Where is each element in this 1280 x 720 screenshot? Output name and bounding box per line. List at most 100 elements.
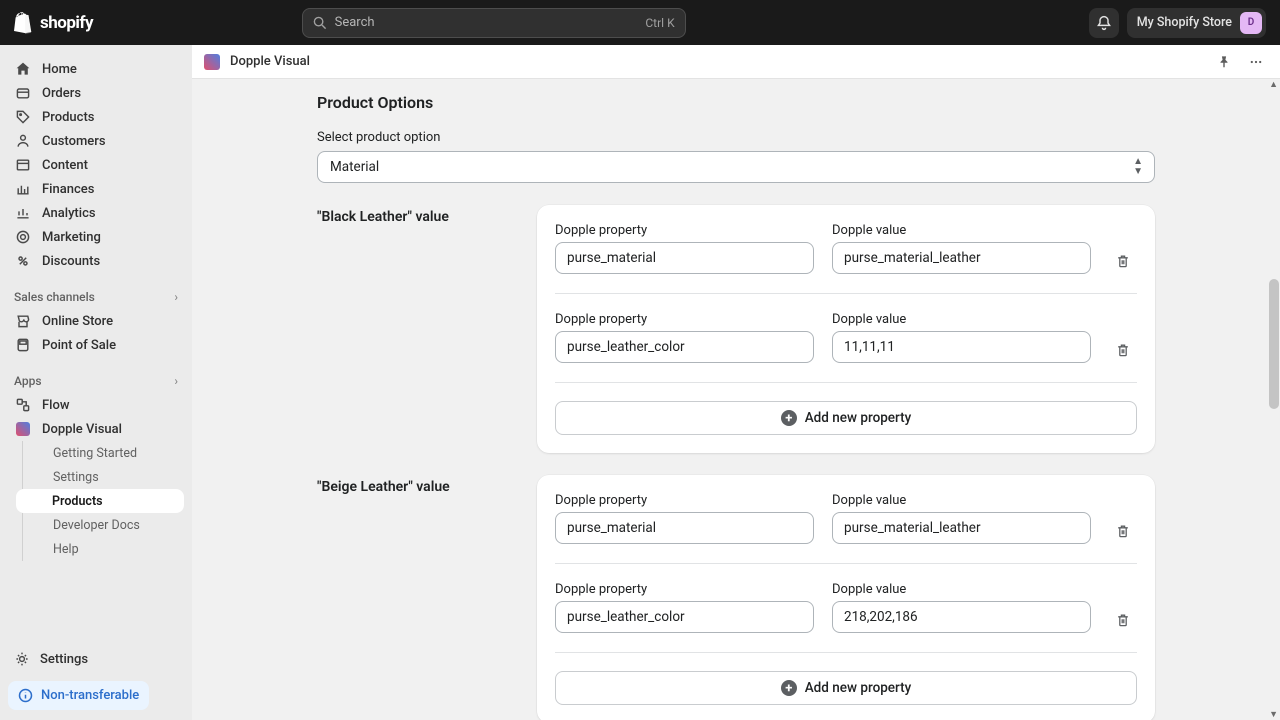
shopify-bag-icon <box>14 12 34 34</box>
delete-property-button[interactable] <box>1109 247 1137 275</box>
divider <box>555 563 1137 564</box>
trash-icon <box>1115 342 1131 358</box>
top-right-actions: My Shopify Store D <box>1089 8 1266 38</box>
apps-header[interactable]: Apps› <box>0 369 192 393</box>
property-row: Dopple property Dopple value <box>555 312 1137 364</box>
pin-button[interactable] <box>1212 50 1236 74</box>
scroll-down-arrow-icon[interactable]: ▼ <box>1269 709 1278 720</box>
more-button[interactable] <box>1244 50 1268 74</box>
non-transferable-label: Non-transferable <box>41 688 139 703</box>
finances-icon <box>14 180 32 198</box>
customers-icon <box>14 132 32 150</box>
option-value-heading: "Beige Leather" value <box>317 475 517 720</box>
search-placeholder: Search <box>335 15 375 30</box>
notifications-button[interactable] <box>1089 8 1119 38</box>
sidebar-item-home[interactable]: Home <box>0 57 192 81</box>
value-label: Dopple value <box>832 312 1091 327</box>
value-input[interactable] <box>832 512 1091 544</box>
sidebar: Home Orders Products Customers Content F… <box>0 45 192 720</box>
products-icon <box>14 108 32 126</box>
sub-link-developer-docs[interactable]: Developer Docs <box>22 513 192 537</box>
sidebar-item-orders[interactable]: Orders <box>0 81 192 105</box>
product-option-select[interactable]: Material <box>317 151 1155 183</box>
content-scroll[interactable]: Product Options Select product option Ma… <box>192 79 1280 720</box>
property-input[interactable] <box>555 512 814 544</box>
sidebar-item-label: Orders <box>42 86 81 101</box>
sub-link-help[interactable]: Help <box>22 537 192 561</box>
divider <box>555 652 1137 653</box>
top-bar: shopify Search Ctrl K My Shopify Store D <box>0 0 1280 45</box>
sidebar-item-flow[interactable]: Flow <box>0 393 192 417</box>
sidebar-item-customers[interactable]: Customers <box>0 129 192 153</box>
value-label: Dopple value <box>832 493 1091 508</box>
property-input[interactable] <box>555 242 814 274</box>
sidebar-item-label: Products <box>42 110 94 125</box>
divider <box>555 293 1137 294</box>
property-input[interactable] <box>555 331 814 363</box>
sidebar-item-products[interactable]: Products <box>0 105 192 129</box>
sidebar-item-marketing[interactable]: Marketing <box>0 225 192 249</box>
select-label: Select product option <box>317 130 1155 145</box>
non-transferable-badge[interactable]: Non-transferable <box>8 681 149 710</box>
option-value-group: "Beige Leather" value Dopple property Dopp… <box>317 475 1155 720</box>
sidebar-item-label: Marketing <box>42 230 101 245</box>
marketing-icon <box>14 228 32 246</box>
scroll-up-arrow-icon[interactable]: ▲ <box>1269 79 1278 90</box>
sub-link-getting-started[interactable]: Getting Started <box>22 441 192 465</box>
add-property-button[interactable]: + Add new property <box>555 401 1137 435</box>
property-label: Dopple property <box>555 223 814 238</box>
sidebar-item-label: Home <box>42 62 77 77</box>
sidebar-item-label: Online Store <box>42 314 113 329</box>
shopify-logo[interactable]: shopify <box>14 12 93 34</box>
product-option-select-wrap: Material ▲▼ <box>317 151 1155 183</box>
info-icon <box>18 688 33 703</box>
sub-link-products[interactable]: Products <box>16 489 184 513</box>
sidebar-item-pos[interactable]: Point of Sale <box>0 333 192 357</box>
pin-icon <box>1217 55 1231 69</box>
sidebar-item-settings[interactable]: Settings <box>0 645 192 673</box>
add-property-label: Add new property <box>805 410 912 426</box>
option-value-heading: "Black Leather" value <box>317 205 517 453</box>
sidebar-item-label: Point of Sale <box>42 338 116 353</box>
sidebar-item-dopple-visual[interactable]: Dopple Visual <box>0 417 192 441</box>
app-sub-nav: Getting Started Settings Products Develo… <box>0 441 192 561</box>
delete-property-button[interactable] <box>1109 336 1137 364</box>
app-bar-name: Dopple Visual <box>230 54 310 69</box>
page-title: Product Options <box>317 93 1155 112</box>
sub-link-settings[interactable]: Settings <box>22 465 192 489</box>
property-label: Dopple property <box>555 312 814 327</box>
sales-channels-header[interactable]: Sales channels› <box>0 285 192 309</box>
content-icon <box>14 156 32 174</box>
scrollbar[interactable]: ▲ ▼ <box>1268 79 1279 720</box>
divider <box>555 382 1137 383</box>
avatar: D <box>1240 12 1262 34</box>
search-input[interactable]: Search Ctrl K <box>302 8 686 38</box>
add-property-button[interactable]: +Add new property <box>555 671 1137 705</box>
value-input[interactable] <box>832 331 1091 363</box>
flow-icon <box>14 396 32 414</box>
sidebar-item-online-store[interactable]: Online Store <box>0 309 192 333</box>
sidebar-item-analytics[interactable]: Analytics <box>0 201 192 225</box>
sidebar-item-label: Settings <box>40 652 88 667</box>
store-icon <box>14 312 32 330</box>
sidebar-item-label: Analytics <box>42 206 96 221</box>
plus-circle-icon: + <box>781 410 797 426</box>
sidebar-item-content[interactable]: Content <box>0 153 192 177</box>
value-label: Dopple value <box>832 223 1091 238</box>
sidebar-item-finances[interactable]: Finances <box>0 177 192 201</box>
main-area: Dopple Visual Product Options Select pro… <box>192 45 1280 720</box>
delete-property-button[interactable] <box>1109 606 1137 634</box>
property-input[interactable] <box>555 601 814 633</box>
sidebar-item-discounts[interactable]: Discounts <box>0 249 192 273</box>
sidebar-item-label: Customers <box>42 134 106 149</box>
plus-circle-icon: + <box>781 680 797 696</box>
delete-property-button[interactable] <box>1109 517 1137 545</box>
scroll-thumb[interactable] <box>1269 279 1279 409</box>
sidebar-item-label: Content <box>42 158 88 173</box>
account-menu[interactable]: My Shopify Store D <box>1127 8 1266 38</box>
section-label: Sales channels <box>14 290 95 304</box>
value-input[interactable] <box>832 242 1091 274</box>
value-input[interactable] <box>832 601 1091 633</box>
property-label: Dopple property <box>555 493 814 508</box>
sidebar-item-label: Flow <box>42 398 70 413</box>
